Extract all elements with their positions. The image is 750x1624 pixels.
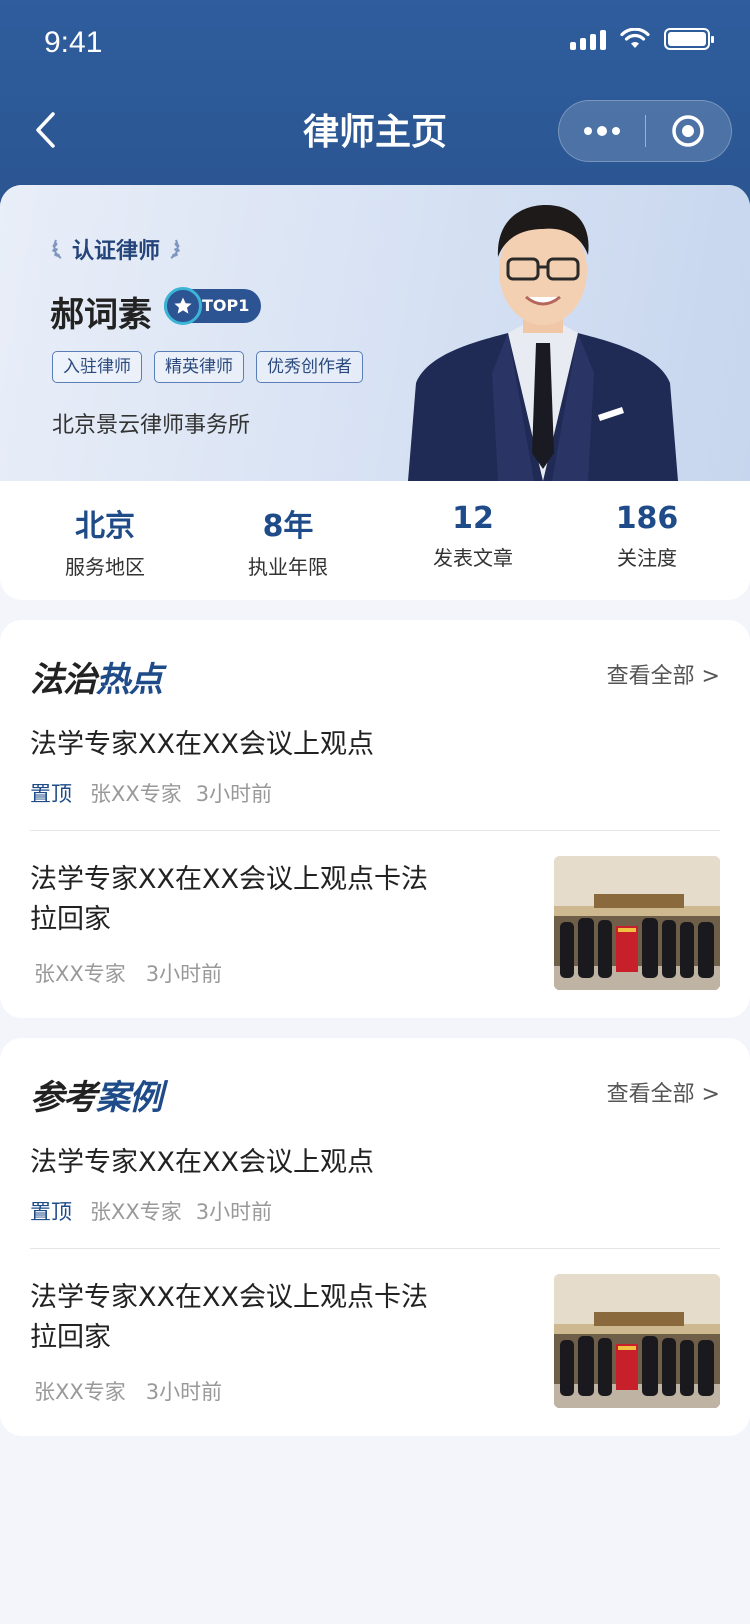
tag-item: 精英律师 [154, 351, 244, 383]
more-button[interactable] [559, 101, 645, 161]
stat-label: 发表文章 [433, 546, 513, 570]
article-title-line: 法学专家XX在XX会议上观点卡法 [30, 864, 428, 895]
stat-value: 12 [452, 501, 494, 536]
article-time: 3小时前 [195, 1200, 273, 1224]
certified-text: 认证律师 [72, 239, 161, 264]
profile-banner: 认证律师 郝词素 TOP1 入驻律师 精英律师 优秀创作者 北京景云律师事务所 [0, 185, 750, 481]
article-title-line: 拉回家 [30, 904, 111, 935]
star-icon [164, 287, 202, 325]
section-title-part1: 参考 [30, 1078, 97, 1118]
divider [30, 830, 720, 831]
article-author: 张XX专家 [34, 962, 126, 986]
laurel-right-icon [170, 239, 180, 259]
wifi-icon [620, 28, 650, 48]
article-meta: 置顶 张XX专家 3小时前 [30, 778, 272, 808]
status-icons [570, 28, 714, 50]
rank-badge: TOP1 [164, 287, 262, 325]
section-title: 参考案例 [30, 1070, 163, 1119]
reference-cases-section: 参考案例 查看全部 > 法学专家XX在XX会议上观点 置顶 张XX专家 3小时前… [0, 1038, 750, 1436]
article-time: 3小时前 [145, 1380, 223, 1404]
lawyer-profile-card: 认证律师 郝词素 TOP1 入驻律师 精英律师 优秀创作者 北京景云律师事务所 [0, 185, 750, 600]
lawyer-portrait [408, 205, 678, 481]
law-firm-name: 北京景云律师事务所 [52, 413, 251, 438]
article-author: 张XX专家 [90, 782, 182, 806]
view-all-link[interactable]: 查看全部 > [607, 658, 720, 690]
article-meta: 张XX专家 3小时前 [34, 1376, 222, 1406]
stat-value: 北京 [75, 509, 135, 544]
article-thumbnail[interactable] [554, 856, 720, 990]
article-title[interactable]: 法学专家XX在XX会议上观点 [30, 1143, 374, 1183]
group-photo-image [554, 1274, 720, 1408]
battery-icon [664, 28, 714, 50]
signal-icon [570, 28, 606, 50]
target-circle-icon [672, 115, 704, 147]
section-title-part1: 法治 [30, 660, 97, 700]
close-miniprogram-button[interactable] [646, 101, 732, 161]
certified-label: 认证律师 [50, 233, 182, 265]
tag-item: 入驻律师 [52, 351, 142, 383]
more-dots-icon [583, 126, 620, 136]
tag-item: 优秀创作者 [256, 351, 363, 383]
article-title-line: 拉回家 [30, 1322, 111, 1353]
article-time: 3小时前 [195, 782, 273, 806]
stat-label: 关注度 [617, 546, 677, 570]
stat-label: 服务地区 [65, 555, 145, 579]
article-meta: 置顶 张XX专家 3小时前 [30, 1196, 272, 1226]
article-title[interactable]: 法学专家XX在XX会议上观点 [30, 725, 374, 765]
article-title[interactable]: 法学专家XX在XX会议上观点卡法 拉回家 [30, 860, 428, 940]
stat-label: 执业年限 [248, 555, 328, 579]
section-title: 法治热点 [30, 652, 163, 701]
laurel-left-icon [52, 239, 62, 259]
back-button[interactable] [28, 110, 62, 150]
article-meta: 张XX专家 3小时前 [34, 958, 222, 988]
article-author: 张XX专家 [34, 1380, 126, 1404]
mini-program-capsule [558, 100, 732, 162]
view-all-link[interactable]: 查看全部 > [607, 1076, 720, 1108]
stat-value: 8年 [262, 509, 314, 544]
rank-badge-text: TOP1 [202, 296, 250, 315]
section-title-part2: 热点 [96, 660, 163, 700]
article-title-line: 法学专家XX在XX会议上观点卡法 [30, 1282, 428, 1313]
group-photo-image [554, 856, 720, 990]
legal-hotspot-section: 法治热点 查看全部 > 法学专家XX在XX会议上观点 置顶 张XX专家 3小时前… [0, 620, 750, 1018]
stat-followers: 186 关注度 [567, 481, 727, 571]
stats-row: 北京 服务地区 8年 执业年限 12 发表文章 186 关注度 [0, 481, 750, 600]
status-time: 9:41 [44, 26, 103, 59]
article-title[interactable]: 法学专家XX在XX会议上观点卡法 拉回家 [30, 1278, 428, 1358]
article-author: 张XX专家 [90, 1200, 182, 1224]
article-thumbnail[interactable] [554, 1274, 720, 1408]
stat-value: 186 [615, 501, 679, 536]
chevron-left-icon [36, 112, 55, 148]
lawyer-tags: 入驻律师 精英律师 优秀创作者 [52, 351, 363, 383]
divider [30, 1248, 720, 1249]
stat-practice-years: 8年 执业年限 [208, 481, 368, 580]
header-bar: 9:41 律师主页 [0, 0, 750, 210]
article-time: 3小时前 [145, 962, 223, 986]
stat-service-area: 北京 服务地区 [25, 481, 185, 580]
lawyer-name: 郝词素 [50, 295, 152, 335]
section-title-part2: 案例 [96, 1078, 163, 1118]
stat-articles: 12 发表文章 [393, 481, 553, 571]
pinned-badge: 置顶 [30, 782, 72, 806]
pinned-badge: 置顶 [30, 1200, 72, 1224]
